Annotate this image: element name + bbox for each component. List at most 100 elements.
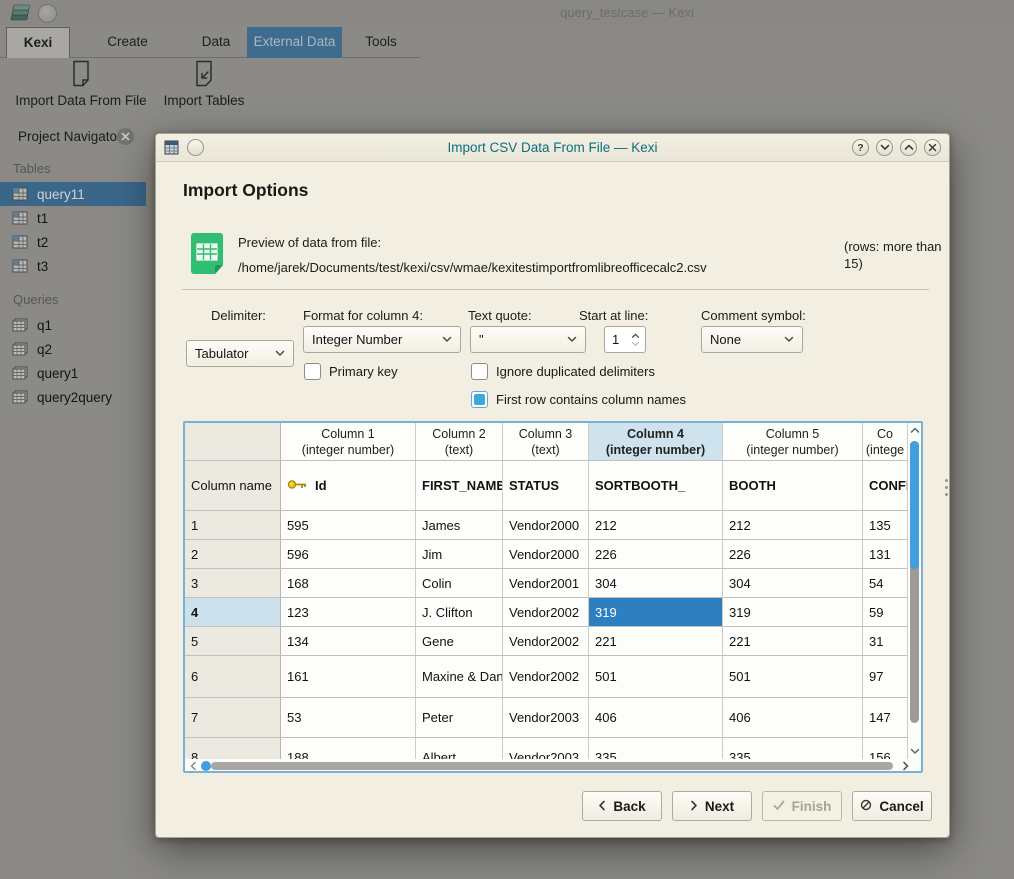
text-quote-select[interactable]: " (470, 326, 586, 353)
table-cell[interactable]: Vendor2003 (503, 738, 589, 759)
table-cell[interactable]: 135 (863, 511, 908, 539)
row-number-cell[interactable]: 8 (185, 738, 281, 759)
table-cell[interactable]: Albert (416, 738, 503, 759)
table-cell[interactable]: 97 (863, 656, 908, 697)
table-cell[interactable]: 123 (281, 598, 416, 626)
vertical-scrollbar[interactable] (908, 423, 921, 759)
column-name-cell-2[interactable]: FIRST_NAME (416, 461, 503, 510)
table-cell[interactable]: 54 (863, 569, 908, 597)
table-cell[interactable]: Jim (416, 540, 503, 568)
table-cell[interactable]: 226 (723, 540, 863, 568)
table-cell[interactable]: 156 (863, 738, 908, 759)
primary-key-checkbox[interactable]: Primary key (304, 363, 398, 380)
table-cell[interactable]: J. Clifton (416, 598, 503, 626)
table-cell[interactable]: 147 (863, 698, 908, 737)
column-name-cell-3[interactable]: STATUS (503, 461, 589, 510)
dialog-menu-button[interactable] (187, 139, 204, 156)
scroll-up-icon[interactable] (909, 426, 921, 434)
scroll-left-icon[interactable] (187, 762, 199, 770)
help-icon[interactable]: ? (852, 139, 869, 156)
table-cell[interactable]: 131 (863, 540, 908, 568)
next-button[interactable]: Next (672, 791, 752, 821)
scrollbar-thumb[interactable] (910, 441, 919, 569)
table-cell[interactable]: Vendor2003 (503, 698, 589, 737)
column-name-cell-1[interactable]: Id (281, 461, 416, 510)
table-cell[interactable]: Maxine & Dan (416, 656, 503, 697)
sidebar-item-t2[interactable]: t2 (0, 230, 146, 254)
table-cell[interactable]: 596 (281, 540, 416, 568)
row-number-cell[interactable]: 7 (185, 698, 281, 737)
cancel-button[interactable]: Cancel (852, 791, 932, 821)
column-name-cell-5[interactable]: BOOTH (723, 461, 863, 510)
table-cell[interactable]: 134 (281, 627, 416, 655)
column-header-3[interactable]: Column 3(text) (503, 423, 589, 460)
column-name-cell-4[interactable]: SORTBOOTH_ (589, 461, 723, 510)
format-select[interactable]: Integer Number (303, 326, 461, 353)
column-header-4[interactable]: Column 4(integer number) (589, 423, 723, 460)
table-cell[interactable]: 212 (723, 511, 863, 539)
table-cell[interactable]: 335 (723, 738, 863, 759)
table-cell[interactable]: Vendor2001 (503, 569, 589, 597)
table-cell[interactable]: James (416, 511, 503, 539)
scrollbar-thumb[interactable] (211, 762, 893, 770)
table-cell[interactable]: 501 (589, 656, 723, 697)
scroll-down-icon[interactable] (909, 747, 921, 755)
start-at-line-spinner[interactable]: 1 (604, 326, 646, 353)
table-cell[interactable]: Vendor2002 (503, 598, 589, 626)
delimiter-select[interactable]: Tabulator (186, 340, 294, 367)
column-header-2[interactable]: Column 2(text) (416, 423, 503, 460)
tab-create[interactable]: Create (70, 27, 185, 57)
table-cell[interactable]: 168 (281, 569, 416, 597)
table-cell[interactable]: Vendor2000 (503, 540, 589, 568)
table-cell[interactable]: 304 (589, 569, 723, 597)
first-row-contains-column-names-checkbox[interactable]: First row contains column names (471, 391, 686, 408)
row-number-cell[interactable]: 2 (185, 540, 281, 568)
sidebar-item-query1[interactable]: query1 (0, 361, 146, 385)
sidebar-item-query2query[interactable]: query2query (0, 385, 146, 409)
table-cell[interactable]: 53 (281, 698, 416, 737)
table-cell[interactable]: 335 (589, 738, 723, 759)
sidebar-item-t3[interactable]: t3 (0, 254, 146, 278)
horizontal-scrollbar[interactable] (185, 759, 921, 773)
row-number-cell[interactable]: 4 (185, 598, 281, 626)
close-icon[interactable] (924, 139, 941, 156)
sidebar-item-query11[interactable]: query11 (0, 182, 146, 206)
shade-up-icon[interactable] (900, 139, 917, 156)
shade-down-icon[interactable] (876, 139, 893, 156)
table-cell[interactable]: 59 (863, 598, 908, 626)
import-data-from-file-button[interactable]: Import Data From File (6, 60, 156, 108)
table-cell[interactable]: Peter (416, 698, 503, 737)
row-number-cell[interactable]: 3 (185, 569, 281, 597)
table-cell[interactable]: 31 (863, 627, 908, 655)
table-cell[interactable]: 221 (589, 627, 723, 655)
back-button[interactable]: Back (582, 791, 662, 821)
table-cell[interactable]: Colin (416, 569, 503, 597)
row-number-cell[interactable]: 1 (185, 511, 281, 539)
tab-kexi[interactable]: Kexi (6, 27, 70, 58)
table-cell[interactable]: 161 (281, 656, 416, 697)
table-cell[interactable]: 406 (723, 698, 863, 737)
row-number-cell[interactable]: 6 (185, 656, 281, 697)
window-menu-button[interactable] (38, 4, 57, 23)
table-cell[interactable]: 188 (281, 738, 416, 759)
import-tables-button[interactable]: Import Tables (158, 60, 250, 108)
resize-grip[interactable] (945, 479, 948, 482)
table-cell[interactable]: Vendor2002 (503, 656, 589, 697)
tab-external-data[interactable]: External Data (247, 27, 342, 58)
close-icon[interactable] (117, 128, 134, 145)
comment-symbol-select[interactable]: None (701, 326, 803, 353)
column-header-1[interactable]: Column 1(integer number) (281, 423, 416, 460)
table-cell[interactable]: 212 (589, 511, 723, 539)
table-cell[interactable]: Gene (416, 627, 503, 655)
table-cell[interactable]: 501 (723, 656, 863, 697)
table-cell[interactable]: 406 (589, 698, 723, 737)
table-cell[interactable]: Vendor2002 (503, 627, 589, 655)
column-header-6[interactable]: Co(intege (863, 423, 908, 460)
tab-tools[interactable]: Tools (342, 27, 420, 57)
selected-table-cell[interactable]: 319 (589, 598, 723, 626)
table-cell[interactable]: Vendor2000 (503, 511, 589, 539)
table-cell[interactable]: 221 (723, 627, 863, 655)
dialog-titlebar[interactable]: Import CSV Data From File — Kexi ? (156, 134, 949, 162)
table-cell[interactable]: 304 (723, 569, 863, 597)
sidebar-item-t1[interactable]: t1 (0, 206, 146, 230)
